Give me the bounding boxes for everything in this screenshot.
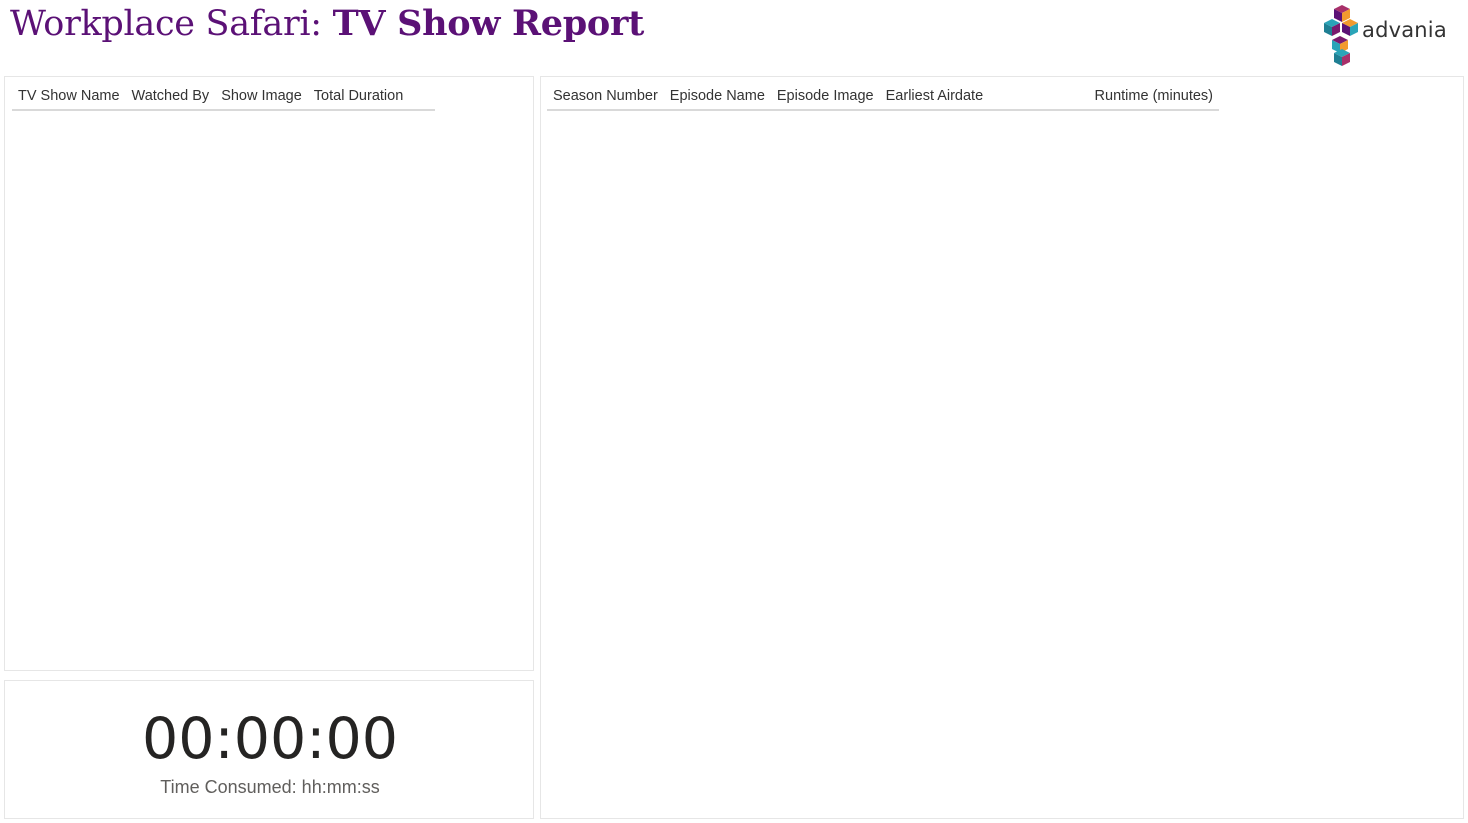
column-header-episode-image[interactable]: Episode Image — [771, 88, 880, 104]
time-consumed-card: 00:00:00 Time Consumed: hh:mm:ss — [4, 680, 534, 819]
column-header-runtime[interactable]: Runtime (minutes) — [1089, 88, 1219, 104]
episodes-table[interactable]: Season Number Episode Name Episode Image… — [540, 76, 1464, 819]
tv-shows-table-header: TV Show Name Watched By Show Image Total… — [12, 83, 435, 111]
column-header-episode-name[interactable]: Episode Name — [664, 88, 771, 104]
title-prefix: Workplace Safari: — [10, 4, 333, 44]
column-header-total-duration[interactable]: Total Duration — [308, 88, 409, 104]
episodes-table-header: Season Number Episode Name Episode Image… — [547, 83, 1219, 111]
time-consumed-value: 00:00:00 — [142, 706, 398, 772]
logo-text: advania — [1362, 18, 1447, 42]
column-header-watched-by[interactable]: Watched By — [126, 88, 216, 104]
time-consumed-label: Time Consumed: hh:mm:ss — [160, 777, 380, 797]
column-header-season-number[interactable]: Season Number — [547, 88, 664, 104]
column-header-tv-show-name[interactable]: TV Show Name — [12, 88, 126, 104]
page-title: Workplace Safari: TV Show Report — [10, 3, 644, 44]
advania-logo: advania — [1320, 3, 1460, 67]
report-header: Workplace Safari: TV Show Report advania — [0, 0, 1468, 72]
tv-shows-table[interactable]: TV Show Name Watched By Show Image Total… — [4, 76, 534, 671]
logo-cubes-icon — [1324, 5, 1358, 66]
column-header-earliest-airdate[interactable]: Earliest Airdate — [880, 88, 990, 104]
title-bold: TV Show Report — [332, 3, 645, 44]
column-header-show-image[interactable]: Show Image — [215, 88, 308, 104]
